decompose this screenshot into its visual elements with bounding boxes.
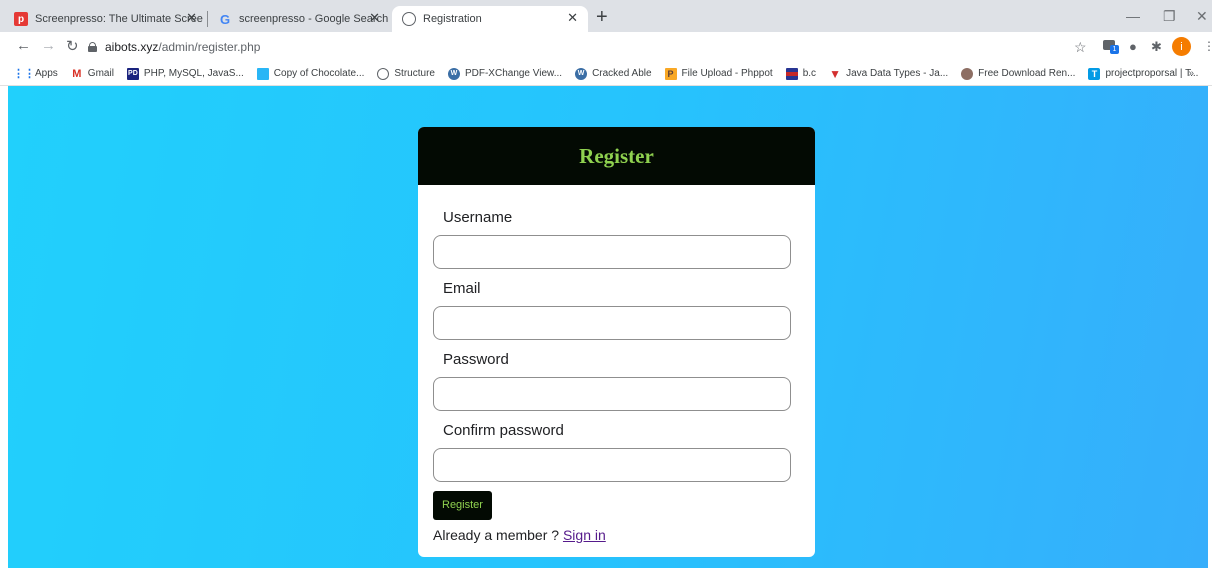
extension-badge-count: 1 — [1110, 45, 1119, 54]
bookmark-file-upload[interactable]: P File Upload - Phppot — [664, 67, 773, 80]
password-label: Password — [443, 351, 509, 368]
pd-icon: PD — [126, 67, 139, 80]
bookmark-label: Copy of Chocolate... — [273, 68, 365, 79]
bookmark-free-download[interactable]: Free Download Ren... — [961, 67, 1076, 80]
password-input[interactable] — [433, 377, 791, 411]
email-label: Email — [443, 280, 481, 297]
bookmark-label: projectproporsal | T... — [1105, 68, 1199, 79]
bookmark-gmail[interactable]: M Gmail — [71, 68, 114, 80]
member-text: Already a member ? — [433, 527, 563, 543]
bookmark-label: Structure — [394, 68, 435, 79]
back-icon[interactable]: ← — [16, 37, 31, 54]
address-bar[interactable]: aibots.xyz/admin/register.php — [88, 35, 968, 59]
globe-icon — [377, 67, 390, 80]
bookmark-label: Gmail — [87, 68, 114, 79]
bookmark-bc[interactable]: b.c — [785, 67, 817, 80]
username-label: Username — [443, 209, 513, 226]
tab-title: Screenpresso: The Ultimate Scree — [35, 13, 203, 25]
bookmark-cracked-able[interactable]: W Cracked Able — [575, 67, 652, 80]
bookmark-pdf-xchange[interactable]: W PDF-XChange View... — [447, 67, 563, 80]
bookmark-apps[interactable]: ⋮⋮ Apps — [13, 68, 58, 80]
confirm-password-label: Confirm password — [443, 422, 564, 439]
register-button[interactable]: Register — [433, 491, 492, 520]
sign-in-link[interactable]: Sign in — [563, 527, 606, 543]
menu-kebab-icon[interactable]: ⋮ — [1203, 39, 1212, 53]
flag-icon — [785, 67, 798, 80]
google-icon: G — [219, 11, 231, 27]
bookmark-label: Cracked Able — [592, 68, 652, 79]
bookmark-label: b.c — [802, 68, 817, 79]
lock-icon — [88, 42, 97, 52]
bookmark-chocolate[interactable]: Copy of Chocolate... — [256, 67, 365, 80]
vv-icon: ▼ — [829, 66, 841, 81]
window-close-icon[interactable]: ✕ — [1196, 8, 1208, 25]
extension-icon[interactable]: 1 — [1103, 38, 1119, 54]
tab-registration[interactable]: Registration ✕ — [392, 6, 588, 32]
url-path: /admin/register.php — [158, 40, 261, 54]
url-domain: aibots.xyz — [105, 40, 159, 54]
card-header: Register — [418, 127, 815, 185]
t-icon: T — [1088, 67, 1101, 80]
bookmark-label: File Upload - Phppot — [681, 68, 773, 79]
tab-screenpresso[interactable]: p Screenpresso: The Ultimate Scree ✕ — [4, 6, 207, 32]
close-icon[interactable]: ✕ — [186, 10, 197, 26]
bookmark-label: Java Data Types - Ja... — [846, 68, 949, 79]
minimize-icon[interactable]: — — [1126, 8, 1140, 24]
profile-avatar[interactable]: i — [1172, 37, 1191, 56]
bookmark-label: Free Download Ren... — [978, 68, 1076, 79]
reload-icon[interactable]: ↻ — [66, 37, 79, 55]
extensions-puzzle-icon[interactable]: ✱ — [1151, 39, 1162, 55]
download-icon — [961, 67, 974, 80]
register-card: Register Username Email Password Confirm… — [418, 127, 815, 557]
bookmark-php-mysql[interactable]: PD PHP, MySQL, JavaS... — [126, 67, 244, 80]
browser-tab-strip: p Screenpresso: The Ultimate Scree ✕ G s… — [0, 0, 1212, 32]
extension-shield-icon[interactable]: ● — [1129, 39, 1137, 54]
bookmark-label: PDF-XChange View... — [464, 68, 563, 79]
bookmarks-overflow-icon[interactable]: » — [1188, 68, 1194, 79]
page-title: Register — [579, 143, 654, 168]
member-prompt: Already a member ? Sign in — [433, 527, 800, 543]
register-form: Username Email Password Confirm password… — [418, 185, 815, 543]
email-input[interactable] — [433, 306, 791, 340]
bookmark-label: PHP, MySQL, JavaS... — [143, 68, 244, 79]
sheet-icon — [256, 67, 269, 80]
screenpresso-icon: p — [14, 12, 28, 26]
wordpress-icon: W — [447, 67, 460, 80]
gmail-icon: M — [72, 67, 82, 80]
tab-title: screenpresso - Google Search — [239, 13, 389, 25]
tab-title: Registration — [423, 13, 482, 25]
phppot-icon: P — [664, 67, 677, 80]
close-icon[interactable]: ✕ — [567, 10, 578, 26]
confirm-password-input[interactable] — [433, 448, 791, 482]
bookmarks-bar: ⋮⋮ Apps M Gmail PD PHP, MySQL, JavaS... Cop… — [0, 62, 1212, 86]
tab-google-search[interactable]: G screenpresso - Google Search ✕ — [208, 6, 390, 32]
page-background: Register Username Email Password Confirm… — [8, 86, 1208, 568]
browser-toolbar: ← → ↻ aibots.xyz/admin/register.php ☆ 1 … — [0, 32, 1212, 62]
bookmark-java-data-types[interactable]: ▼ Java Data Types - Ja... — [829, 66, 949, 81]
bookmark-structure[interactable]: Structure — [377, 67, 435, 80]
bookmark-projectproporsal[interactable]: Tprojectproporsal | T... — [1088, 67, 1199, 80]
wordpress-icon: W — [575, 67, 588, 80]
username-input[interactable] — [433, 235, 791, 269]
new-tab-button[interactable]: + — [596, 6, 608, 29]
bookmark-label: Apps — [35, 68, 58, 79]
restore-icon[interactable]: ❐ — [1163, 8, 1176, 25]
bookmark-star-icon[interactable]: ☆ — [1074, 39, 1087, 56]
globe-icon — [402, 12, 416, 26]
forward-icon[interactable]: → — [41, 37, 56, 54]
close-icon[interactable]: ✕ — [369, 10, 380, 26]
apps-icon: ⋮⋮ — [13, 68, 35, 80]
